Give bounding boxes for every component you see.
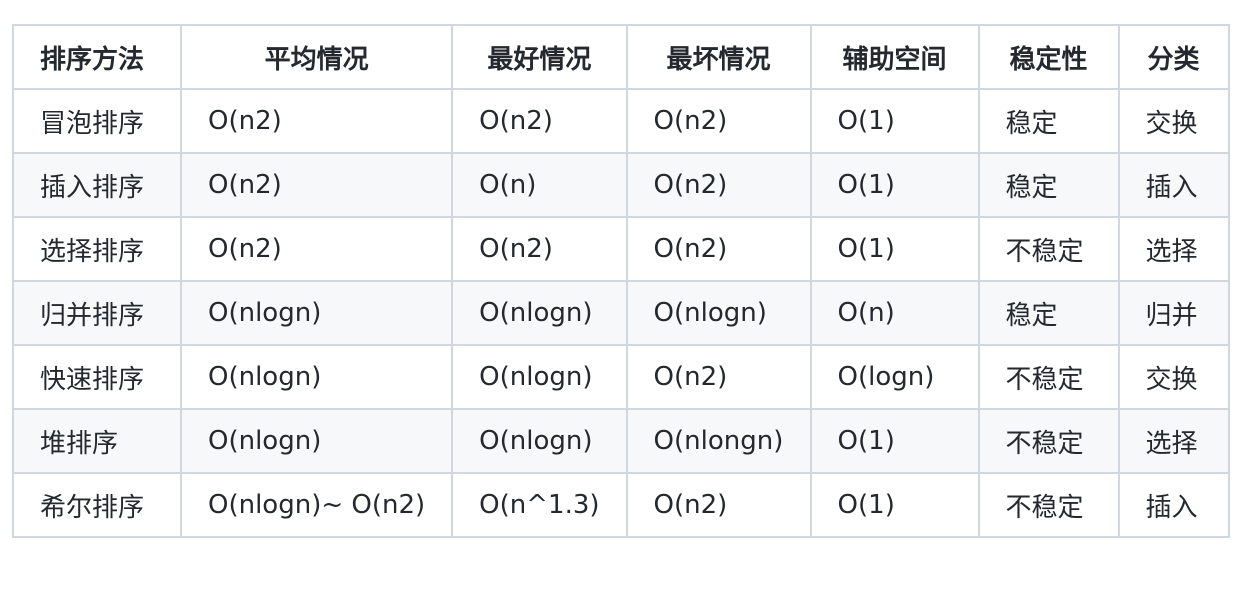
cell-worst: O(n2) <box>625 216 812 282</box>
cell-average: O(n2) <box>179 88 454 154</box>
cell-category: 归并 <box>1117 280 1230 346</box>
cell-best: O(n2) <box>451 88 628 154</box>
cell-stability: 不稳定 <box>977 216 1120 282</box>
cell-worst: O(n2) <box>625 344 812 410</box>
cell-worst: O(n2) <box>625 472 812 538</box>
cell-stability: 不稳定 <box>977 408 1120 474</box>
table-header-row: 排序方法 平均情况 最好情况 最坏情况 辅助空间 稳定性 分类 <box>12 24 1230 90</box>
cell-stability: 稳定 <box>977 88 1120 154</box>
header-best-case: 最好情况 <box>451 24 628 90</box>
table-row: 插入排序 O(n2) O(n) O(n2) O(1) 稳定 插入 <box>12 152 1230 218</box>
cell-space: O(1) <box>809 472 980 538</box>
cell-category: 插入 <box>1117 152 1230 218</box>
cell-method: 插入排序 <box>12 152 182 218</box>
cell-average: O(nlogn) <box>179 280 454 346</box>
cell-best: O(n^1.3) <box>451 472 628 538</box>
cell-stability: 稳定 <box>977 280 1120 346</box>
header-category: 分类 <box>1117 24 1230 90</box>
cell-average: O(n2) <box>179 216 454 282</box>
cell-method: 希尔排序 <box>12 472 182 538</box>
header-auxiliary-space: 辅助空间 <box>809 24 980 90</box>
table-row: 归并排序 O(nlogn) O(nlogn) O(nlogn) O(n) 稳定 … <box>12 280 1230 346</box>
cell-method: 选择排序 <box>12 216 182 282</box>
cell-category: 插入 <box>1117 472 1230 538</box>
cell-average: O(nlogn)~ O(n2) <box>179 472 454 538</box>
cell-space: O(1) <box>809 408 980 474</box>
cell-best: O(nlogn) <box>451 408 628 474</box>
cell-space: O(logn) <box>809 344 980 410</box>
cell-method: 冒泡排序 <box>12 88 182 154</box>
table-row: 冒泡排序 O(n2) O(n2) O(n2) O(1) 稳定 交换 <box>12 88 1230 154</box>
header-worst-case: 最坏情况 <box>625 24 812 90</box>
cell-space: O(1) <box>809 88 980 154</box>
cell-stability: 稳定 <box>977 152 1120 218</box>
cell-worst: O(n2) <box>625 152 812 218</box>
cell-method: 归并排序 <box>12 280 182 346</box>
cell-category: 选择 <box>1117 216 1230 282</box>
cell-space: O(1) <box>809 152 980 218</box>
header-average-case: 平均情况 <box>179 24 454 90</box>
table-row: 希尔排序 O(nlogn)~ O(n2) O(n^1.3) O(n2) O(1)… <box>12 472 1230 538</box>
cell-best: O(n) <box>451 152 628 218</box>
header-stability: 稳定性 <box>977 24 1120 90</box>
cell-method: 快速排序 <box>12 344 182 410</box>
cell-best: O(n2) <box>451 216 628 282</box>
table-row: 堆排序 O(nlogn) O(nlogn) O(nlongn) O(1) 不稳定… <box>12 408 1230 474</box>
cell-category: 交换 <box>1117 88 1230 154</box>
cell-best: O(nlogn) <box>451 280 628 346</box>
cell-worst: O(nlongn) <box>625 408 812 474</box>
cell-average: O(nlogn) <box>179 344 454 410</box>
sorting-complexity-table-container: 排序方法 平均情况 最好情况 最坏情况 辅助空间 稳定性 分类 冒泡排序 O(n… <box>12 24 1230 538</box>
sorting-complexity-table: 排序方法 平均情况 最好情况 最坏情况 辅助空间 稳定性 分类 冒泡排序 O(n… <box>12 24 1230 538</box>
cell-worst: O(nlogn) <box>625 280 812 346</box>
cell-average: O(n2) <box>179 152 454 218</box>
table-row: 快速排序 O(nlogn) O(nlogn) O(n2) O(logn) 不稳定… <box>12 344 1230 410</box>
cell-stability: 不稳定 <box>977 472 1120 538</box>
table-row: 选择排序 O(n2) O(n2) O(n2) O(1) 不稳定 选择 <box>12 216 1230 282</box>
cell-best: O(nlogn) <box>451 344 628 410</box>
cell-space: O(1) <box>809 216 980 282</box>
header-sort-method: 排序方法 <box>12 24 182 90</box>
cell-category: 交换 <box>1117 344 1230 410</box>
cell-method: 堆排序 <box>12 408 182 474</box>
cell-average: O(nlogn) <box>179 408 454 474</box>
cell-stability: 不稳定 <box>977 344 1120 410</box>
cell-worst: O(n2) <box>625 88 812 154</box>
cell-space: O(n) <box>809 280 980 346</box>
cell-category: 选择 <box>1117 408 1230 474</box>
